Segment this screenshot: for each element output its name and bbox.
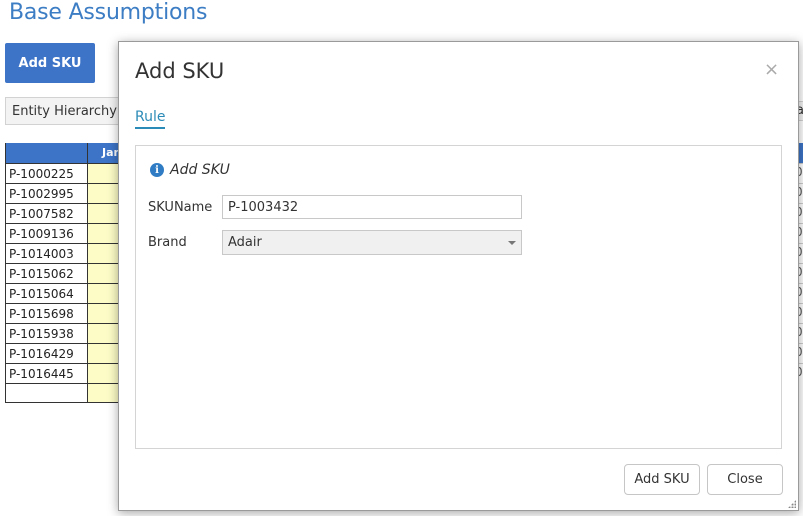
brand-selected-value: Adair	[228, 235, 262, 250]
table-row: P-1009136	[6, 223, 125, 243]
sku-cell[interactable]: P-1016445	[6, 364, 87, 383]
sku-name-input[interactable]	[222, 195, 522, 219]
table-row	[6, 383, 125, 403]
sku-cell[interactable]: P-1015064	[6, 284, 87, 303]
close-icon[interactable]: ×	[764, 61, 779, 79]
table-row: P-1016445	[6, 363, 125, 383]
table-row: P-1002995	[6, 183, 125, 203]
brand-label: Brand	[148, 235, 187, 250]
brand-select[interactable]: Adair	[222, 230, 522, 255]
table-row: P-1015938	[6, 323, 125, 343]
grid-corner-header	[6, 143, 87, 163]
sku-cell[interactable]: P-1015062	[6, 264, 87, 283]
table-row: P-1015698	[6, 303, 125, 323]
dialog-title: Add SKU	[135, 59, 225, 83]
sku-cell[interactable]: P-1015938	[6, 324, 87, 343]
sku-cell[interactable]	[6, 384, 87, 402]
resize-grip-icon[interactable]	[788, 500, 796, 508]
sku-cell[interactable]: P-1014003	[6, 244, 87, 263]
table-row: P-1000225	[6, 163, 125, 183]
grid-header: Jan	[6, 143, 125, 163]
dialog-close-button[interactable]: Close	[707, 464, 783, 495]
table-row: P-1016429	[6, 343, 125, 363]
tab-rule[interactable]: Rule	[135, 109, 166, 129]
chevron-down-icon	[508, 241, 516, 245]
sku-cell[interactable]: P-1016429	[6, 344, 87, 363]
table-row: P-1014003	[6, 243, 125, 263]
rule-tab-panel: i Add SKU SKUName Brand Adair	[135, 145, 782, 449]
table-row: P-1007582	[6, 203, 125, 223]
add-sku-dialog: Add SKU × Rule i Add SKU SKUName Brand A…	[118, 41, 799, 511]
entity-hierarchy-dropdown[interactable]: Entity Hierarchy	[5, 97, 135, 125]
sku-cell[interactable]: P-1007582	[6, 204, 87, 223]
section-heading: i Add SKU	[150, 162, 230, 178]
table-row: P-1015062	[6, 263, 125, 283]
section-heading-text: Add SKU	[170, 162, 230, 178]
sku-cell[interactable]: P-1015698	[6, 304, 87, 323]
sku-cell[interactable]: P-1002995	[6, 184, 87, 203]
page-title: Base Assumptions	[9, 0, 208, 25]
sku-cell[interactable]: P-1000225	[6, 164, 87, 183]
info-icon: i	[150, 163, 164, 177]
sku-cell[interactable]: P-1009136	[6, 224, 87, 243]
sku-grid: Jan P-1000225 P-1002995 P-1007582 P-1009136…	[5, 143, 125, 403]
add-sku-button[interactable]: Add SKU	[5, 43, 95, 83]
table-row: P-1015064	[6, 283, 125, 303]
sku-name-label: SKUName	[148, 200, 213, 215]
dialog-add-sku-button[interactable]: Add SKU	[624, 464, 700, 495]
